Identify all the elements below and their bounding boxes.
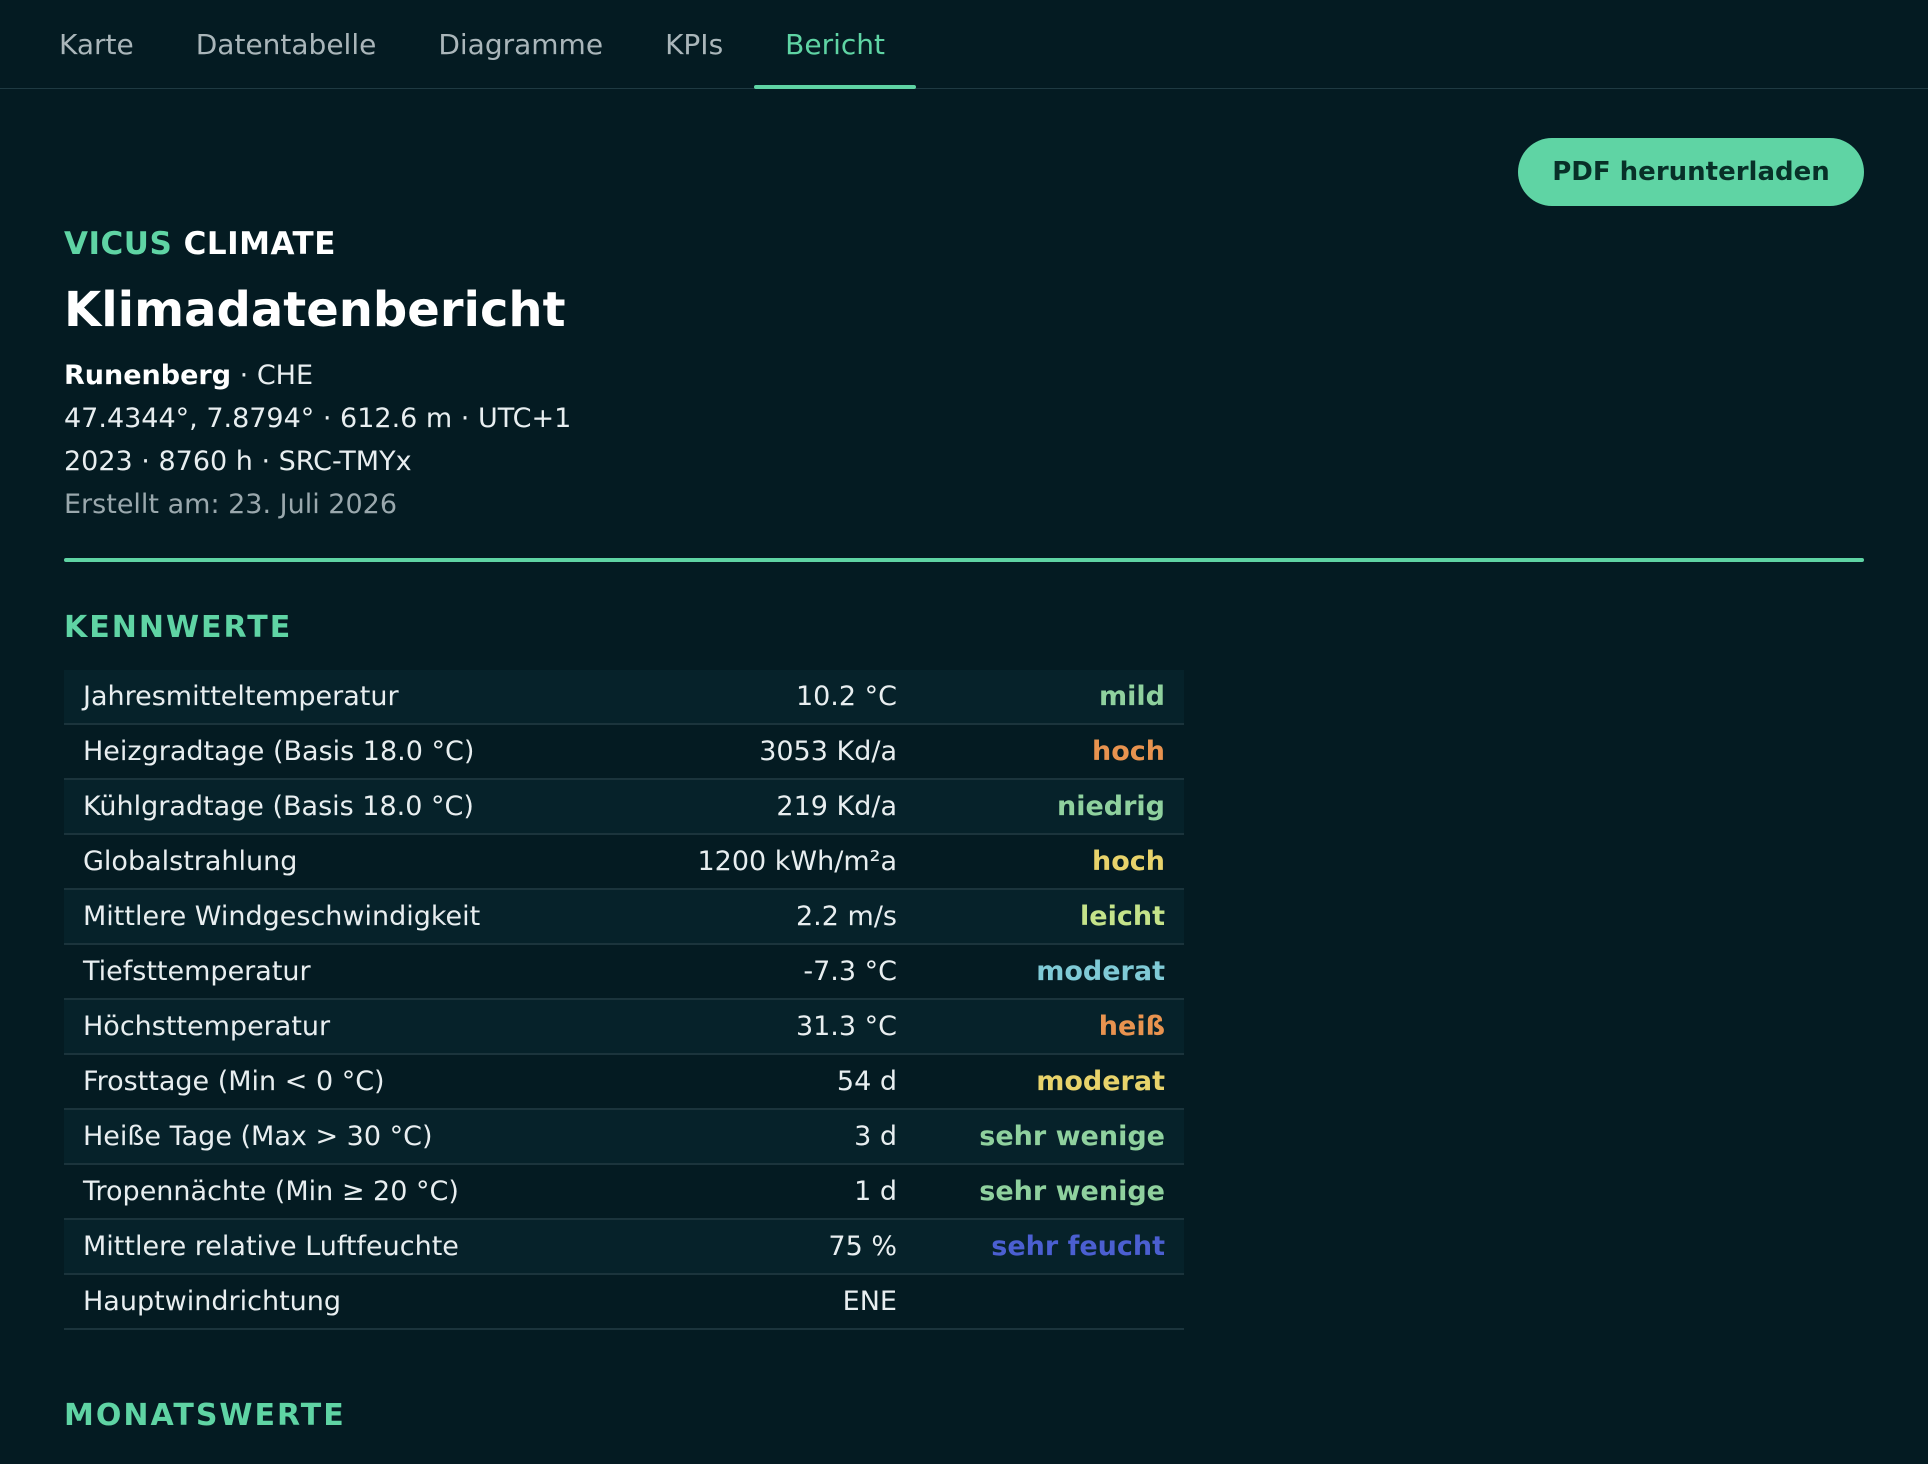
kpi-label: Mittlere relative Luftfeuchte xyxy=(83,1231,459,1262)
tab-bericht[interactable]: Bericht xyxy=(754,0,916,89)
table-row: Heizgradtage (Basis 18.0 °C) 3053 Kd/a h… xyxy=(64,725,1184,780)
kpi-label: Tropennächte (Min ≥ 20 °C) xyxy=(83,1176,459,1207)
table-row: Mittlere Windgeschwindigkeit 2.2 m/s lei… xyxy=(64,890,1184,945)
kpi-value: 1200 kWh/m²a xyxy=(697,846,897,877)
kpi-label: Mittlere Windgeschwindigkeit xyxy=(83,901,481,932)
kpi-value: 2.2 m/s xyxy=(796,901,897,932)
table-row: Heiße Tage (Max > 30 °C) 3 d sehr wenige xyxy=(64,1110,1184,1165)
kpi-value: 3053 Kd/a xyxy=(759,736,897,767)
table-row: Mittlere relative Luftfeuchte 75 % sehr … xyxy=(64,1220,1184,1275)
kpi-label: Heiße Tage (Max > 30 °C) xyxy=(83,1121,433,1152)
location-name: Runenberg xyxy=(64,360,232,391)
tab-bar: Karte Datentabelle Diagramme KPIs Berich… xyxy=(0,0,1928,89)
section-title-kennwerte: KENNWERTE xyxy=(64,610,293,645)
kpi-rating: sehr wenige xyxy=(979,1176,1165,1207)
kpi-label: Höchsttemperatur xyxy=(83,1011,331,1042)
tab-datentabelle[interactable]: Datentabelle xyxy=(165,0,408,88)
kpi-value: ENE xyxy=(842,1286,897,1317)
coordinates-line: 47.4344°, 7.8794° · 612.6 m · UTC+1 xyxy=(64,403,572,434)
kpi-label: Frosttage (Min < 0 °C) xyxy=(83,1066,385,1097)
kpi-label: Kühlgradtage (Basis 18.0 °C) xyxy=(83,791,474,822)
kpi-value: 75 % xyxy=(828,1231,897,1262)
kpi-rating: niedrig xyxy=(1056,791,1165,822)
table-row: Globalstrahlung 1200 kWh/m²a hoch xyxy=(64,835,1184,890)
kennwerte-table: Jahresmitteltemperatur 10.2 °C mild Heiz… xyxy=(64,670,1184,1330)
kpi-rating: moderat xyxy=(1036,956,1165,987)
dataset-line: 2023 · 8760 h · SRC-TMYx xyxy=(64,446,412,477)
report-header: VICUS CLIMATE Klimadatenbericht Runenber… xyxy=(64,222,1864,526)
table-row: Kühlgradtage (Basis 18.0 °C) 219 Kd/a ni… xyxy=(64,780,1184,835)
kpi-label: Heizgradtage (Basis 18.0 °C) xyxy=(83,736,475,767)
table-row: Höchsttemperatur 31.3 °C heiß xyxy=(64,1000,1184,1055)
kpi-value: 31.3 °C xyxy=(795,1011,897,1042)
kpi-value: 1 d xyxy=(854,1176,897,1207)
kpi-label: Hauptwindrichtung xyxy=(83,1286,342,1317)
tab-karte[interactable]: Karte xyxy=(28,0,165,88)
kpi-value: 10.2 °C xyxy=(795,681,897,712)
brand-rest: CLIMATE xyxy=(183,226,336,262)
section-divider xyxy=(64,558,1864,562)
kpi-value: -7.3 °C xyxy=(803,956,897,987)
location-country: · CHE xyxy=(239,360,314,391)
kpi-rating: mild xyxy=(1099,681,1165,712)
kpi-label: Globalstrahlung xyxy=(83,846,298,877)
kpi-rating: sehr wenige xyxy=(979,1121,1165,1152)
table-row: Frosttage (Min < 0 °C) 54 d moderat xyxy=(64,1055,1184,1110)
kpi-label: Tiefsttemperatur xyxy=(83,956,311,987)
kpi-rating: moderat xyxy=(1036,1066,1165,1097)
kpi-rating: hoch xyxy=(1092,846,1165,877)
table-row: Tiefsttemperatur -7.3 °C moderat xyxy=(64,945,1184,1000)
kpi-rating: sehr feucht xyxy=(991,1231,1165,1262)
brand-logo: VICUS CLIMATE xyxy=(64,222,1864,266)
location-line: Runenberg · CHE xyxy=(64,354,1864,397)
kpi-rating: leicht xyxy=(1080,901,1165,932)
table-row: Tropennächte (Min ≥ 20 °C) 1 d sehr weni… xyxy=(64,1165,1184,1220)
table-row: Jahresmitteltemperatur 10.2 °C mild xyxy=(64,670,1184,725)
pdf-download-button[interactable]: PDF herunterladen xyxy=(1518,138,1864,206)
kpi-value: 3 d xyxy=(854,1121,897,1152)
page-title: Klimadatenbericht xyxy=(64,282,566,338)
table-row: Hauptwindrichtung ENE xyxy=(64,1275,1184,1330)
kpi-value: 219 Kd/a xyxy=(776,791,897,822)
brand-accent: VICUS xyxy=(64,226,173,262)
kpi-label: Jahresmitteltemperatur xyxy=(83,681,399,712)
kpi-rating: heiß xyxy=(1098,1011,1165,1042)
kpi-value: 54 d xyxy=(836,1066,897,1097)
tab-kpis[interactable]: KPIs xyxy=(634,0,754,88)
section-title-monatswerte: MONATSWERTE xyxy=(64,1398,346,1433)
tab-diagramme[interactable]: Diagramme xyxy=(407,0,634,88)
created-date: Erstellt am: 23. Juli 2026 xyxy=(64,489,398,520)
kpi-rating: hoch xyxy=(1092,736,1165,767)
